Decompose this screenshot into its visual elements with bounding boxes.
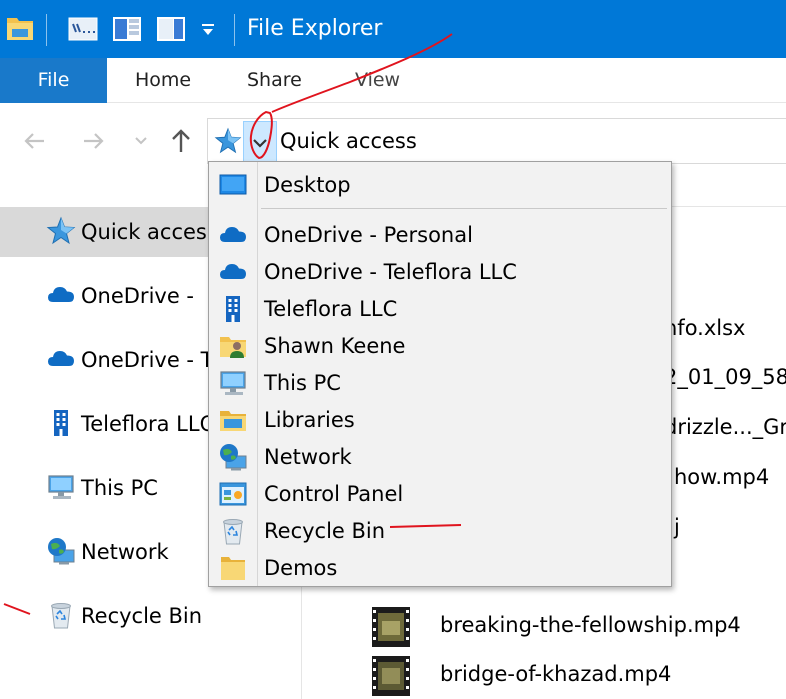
menu-item-label: OneDrive - Teleflora LLC: [264, 260, 517, 284]
address-bar[interactable]: Quick access: [207, 118, 786, 164]
control-panel-icon: [218, 479, 248, 509]
menu-item-network[interactable]: Network: [209, 439, 671, 475]
menu-item-desktop[interactable]: Desktop: [209, 167, 671, 203]
computer-icon: [46, 472, 76, 502]
customize-toolbar-chevron-down-icon[interactable]: [200, 22, 216, 41]
file-name: bridge-of-khazad.mp4: [440, 662, 672, 686]
up-button[interactable]: [164, 124, 198, 158]
cloud-icon: [46, 280, 76, 310]
nav-item-label: This PC: [81, 476, 158, 500]
arrow-up-icon: [172, 129, 190, 152]
cloud-icon: [218, 220, 248, 250]
nav-item-label: Quick access: [81, 220, 218, 244]
folder-icon: [218, 553, 248, 583]
recycle-bin-icon: [218, 516, 248, 546]
desktop-icon: [218, 170, 248, 200]
nav-item-label: Network: [81, 540, 169, 564]
network-icon: [218, 442, 248, 472]
nav-item-label: Teleflora LLC: [81, 412, 215, 436]
file-name-fragment[interactable]: nfo.xlsx: [664, 313, 746, 343]
menu-item-onedrive-teleflora[interactable]: OneDrive - Teleflora LLC: [209, 254, 671, 290]
menu-item-label: Recycle Bin: [264, 519, 386, 543]
new-folder-icon[interactable]: [112, 15, 142, 47]
file-row[interactable]: breaking-the-fellowship.mp4: [372, 605, 786, 649]
menu-item-label: Desktop: [264, 173, 351, 197]
arrow-left-icon: [24, 133, 44, 149]
video-thumbnail-icon: [372, 656, 410, 696]
cloud-icon: [218, 257, 248, 287]
address-location-text: Quick access: [280, 129, 417, 153]
building-icon: [218, 294, 248, 324]
libraries-icon: [218, 405, 248, 435]
menu-item-onedrive-personal[interactable]: OneDrive - Personal: [209, 217, 671, 253]
address-dropdown-button[interactable]: [243, 121, 277, 163]
file-name-fragment[interactable]: 2_01_09_58: [664, 362, 786, 392]
menu-item-label: Demos: [264, 556, 338, 580]
building-icon: [46, 408, 76, 438]
menu-item-demos[interactable]: Demos: [209, 550, 671, 586]
menu-item-recycle-bin[interactable]: Recycle Bin: [209, 513, 671, 549]
nav-item-label: Recycle Bin: [81, 604, 203, 628]
tab-home[interactable]: Home: [135, 58, 191, 103]
file-name-fragment[interactable]: drizzle..._Gr: [664, 412, 786, 442]
recycle-bin-icon: [46, 600, 76, 630]
properties-icon[interactable]: [68, 16, 98, 46]
arrow-right-icon: [84, 133, 104, 149]
menu-item-label: Shawn Keene: [264, 334, 406, 358]
computer-icon: [218, 368, 248, 398]
back-button[interactable]: [18, 124, 52, 158]
file-name: breaking-the-fellowship.mp4: [440, 613, 741, 637]
menu-item-label: Control Panel: [264, 482, 404, 506]
file-row[interactable]: bridge-of-khazad.mp4: [372, 654, 786, 698]
address-dropdown-menu: Desktop OneDrive - Personal OneDrive - T…: [208, 161, 672, 587]
star-icon: [46, 216, 76, 246]
tab-share[interactable]: Share: [247, 58, 302, 103]
quick-access-star-icon: [214, 127, 242, 155]
menu-separator: [261, 208, 667, 209]
network-icon: [46, 536, 76, 566]
file-explorer-app-icon[interactable]: [5, 13, 35, 47]
menu-item-shawn-keene[interactable]: Shawn Keene: [209, 328, 671, 364]
title-bar: File Explorer: [0, 0, 786, 58]
nav-item-recycle-bin[interactable]: Recycle Bin: [0, 591, 302, 641]
recent-locations-button[interactable]: [124, 124, 158, 158]
menu-item-libraries[interactable]: Libraries: [209, 402, 671, 438]
nav-item-label: OneDrive -: [81, 284, 194, 308]
preview-pane-icon[interactable]: [156, 15, 186, 47]
chevron-down-icon: [135, 137, 147, 145]
menu-item-this-pc[interactable]: This PC: [209, 365, 671, 401]
menu-item-label: OneDrive - Personal: [264, 223, 473, 247]
nav-item-label: OneDrive - T: [81, 348, 214, 372]
ribbon-tab-bar: File Home Share View: [0, 58, 786, 103]
tab-view[interactable]: View: [355, 58, 400, 103]
video-thumbnail-icon: [372, 607, 410, 647]
menu-item-teleflora-llc[interactable]: Teleflora LLC: [209, 291, 671, 327]
file-name-fragment[interactable]: how.mp4: [674, 462, 769, 492]
menu-item-label: This PC: [264, 371, 341, 395]
menu-item-label: Libraries: [264, 408, 355, 432]
cloud-icon: [46, 344, 76, 374]
chevron-down-icon: [253, 139, 267, 148]
user-folder-icon: [218, 331, 248, 361]
menu-item-control-panel[interactable]: Control Panel: [209, 476, 671, 512]
tab-file[interactable]: File: [0, 58, 107, 103]
menu-item-label: Network: [264, 445, 352, 469]
window-title: File Explorer: [247, 16, 383, 41]
file-name-fragment[interactable]: j: [674, 512, 680, 542]
menu-item-label: Teleflora LLC: [264, 297, 398, 321]
forward-button[interactable]: [76, 124, 110, 158]
